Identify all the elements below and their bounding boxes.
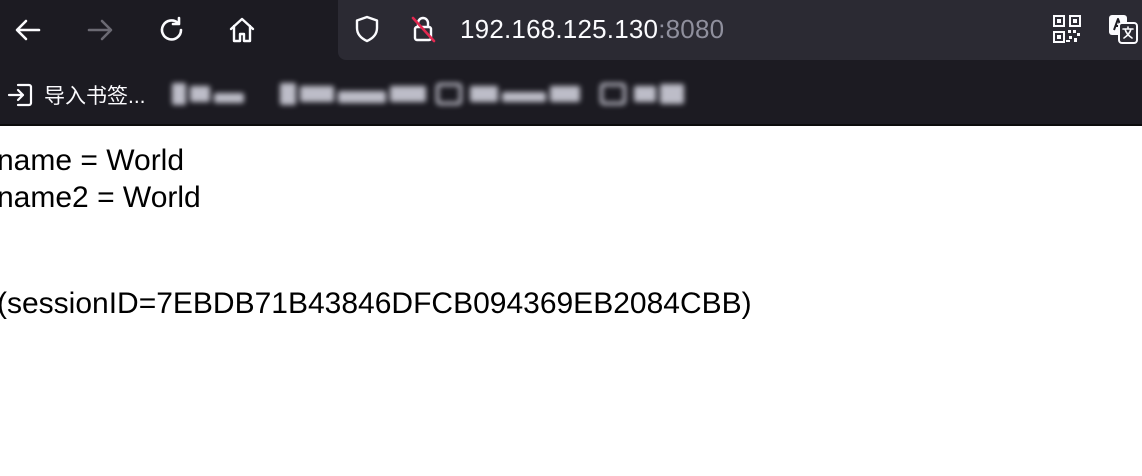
url-text[interactable]: 192.168.125.130:8080 bbox=[460, 13, 724, 45]
blurred-pixel bbox=[300, 86, 334, 102]
bookmark-item-blurred[interactable] bbox=[280, 80, 430, 108]
import-icon bbox=[7, 83, 33, 107]
url-port: :8080 bbox=[658, 14, 725, 44]
qr-code-icon bbox=[1053, 15, 1081, 43]
page-content: name = World name2 = World (sessionID=7E… bbox=[0, 126, 1142, 476]
blurred-pixel bbox=[550, 86, 580, 102]
blurred-pixel bbox=[338, 91, 386, 103]
browser-toolbar: 192.168.125.130:8080 bbox=[0, 0, 1142, 64]
forward-button[interactable] bbox=[80, 10, 120, 50]
url-bar[interactable]: 192.168.125.130:8080 bbox=[338, 0, 1142, 60]
site-info-button[interactable] bbox=[406, 12, 440, 46]
folder-icon bbox=[436, 83, 462, 105]
blurred-pixel bbox=[280, 83, 296, 105]
insecure-lock-icon bbox=[411, 16, 436, 43]
blurred-pixel bbox=[214, 93, 244, 103]
home-button[interactable] bbox=[222, 10, 262, 50]
reload-button[interactable] bbox=[152, 10, 192, 50]
home-icon bbox=[229, 17, 255, 43]
import-bookmarks-label: 导入书签... bbox=[44, 85, 146, 108]
translate-button[interactable] bbox=[1106, 12, 1140, 46]
arrow-left-icon bbox=[15, 19, 41, 41]
bookmarks-toolbar: 导入书签... bbox=[0, 64, 1142, 126]
url-host: 192.168.125.130 bbox=[460, 14, 659, 44]
session-id-line: (sessionID=7EBDB71B43846DFCB094369EB2084… bbox=[0, 287, 752, 320]
folder-icon bbox=[600, 83, 626, 105]
blurred-pixel bbox=[502, 92, 546, 102]
blurred-pixel bbox=[634, 86, 656, 102]
reload-icon bbox=[160, 16, 183, 41]
bookmark-item-blurred[interactable] bbox=[172, 80, 248, 108]
back-button[interactable] bbox=[8, 10, 48, 50]
blurred-pixel bbox=[660, 84, 684, 104]
bookmark-item-blurred[interactable] bbox=[436, 80, 584, 108]
name2-line: name2 = World bbox=[0, 181, 201, 214]
qr-code-button[interactable] bbox=[1050, 12, 1084, 46]
blurred-pixel bbox=[390, 86, 426, 102]
blurred-pixel bbox=[190, 86, 210, 102]
arrow-right-icon bbox=[87, 19, 113, 41]
name-line: name = World bbox=[0, 144, 185, 177]
blurred-pixel bbox=[470, 86, 498, 102]
import-bookmarks-item[interactable]: 导入书签... bbox=[6, 78, 146, 112]
shield-icon bbox=[355, 15, 379, 43]
blurred-pixel bbox=[172, 83, 186, 105]
tracking-protection-button[interactable] bbox=[350, 12, 384, 46]
translate-icon bbox=[1109, 15, 1138, 44]
bookmark-item-blurred[interactable] bbox=[600, 80, 688, 108]
